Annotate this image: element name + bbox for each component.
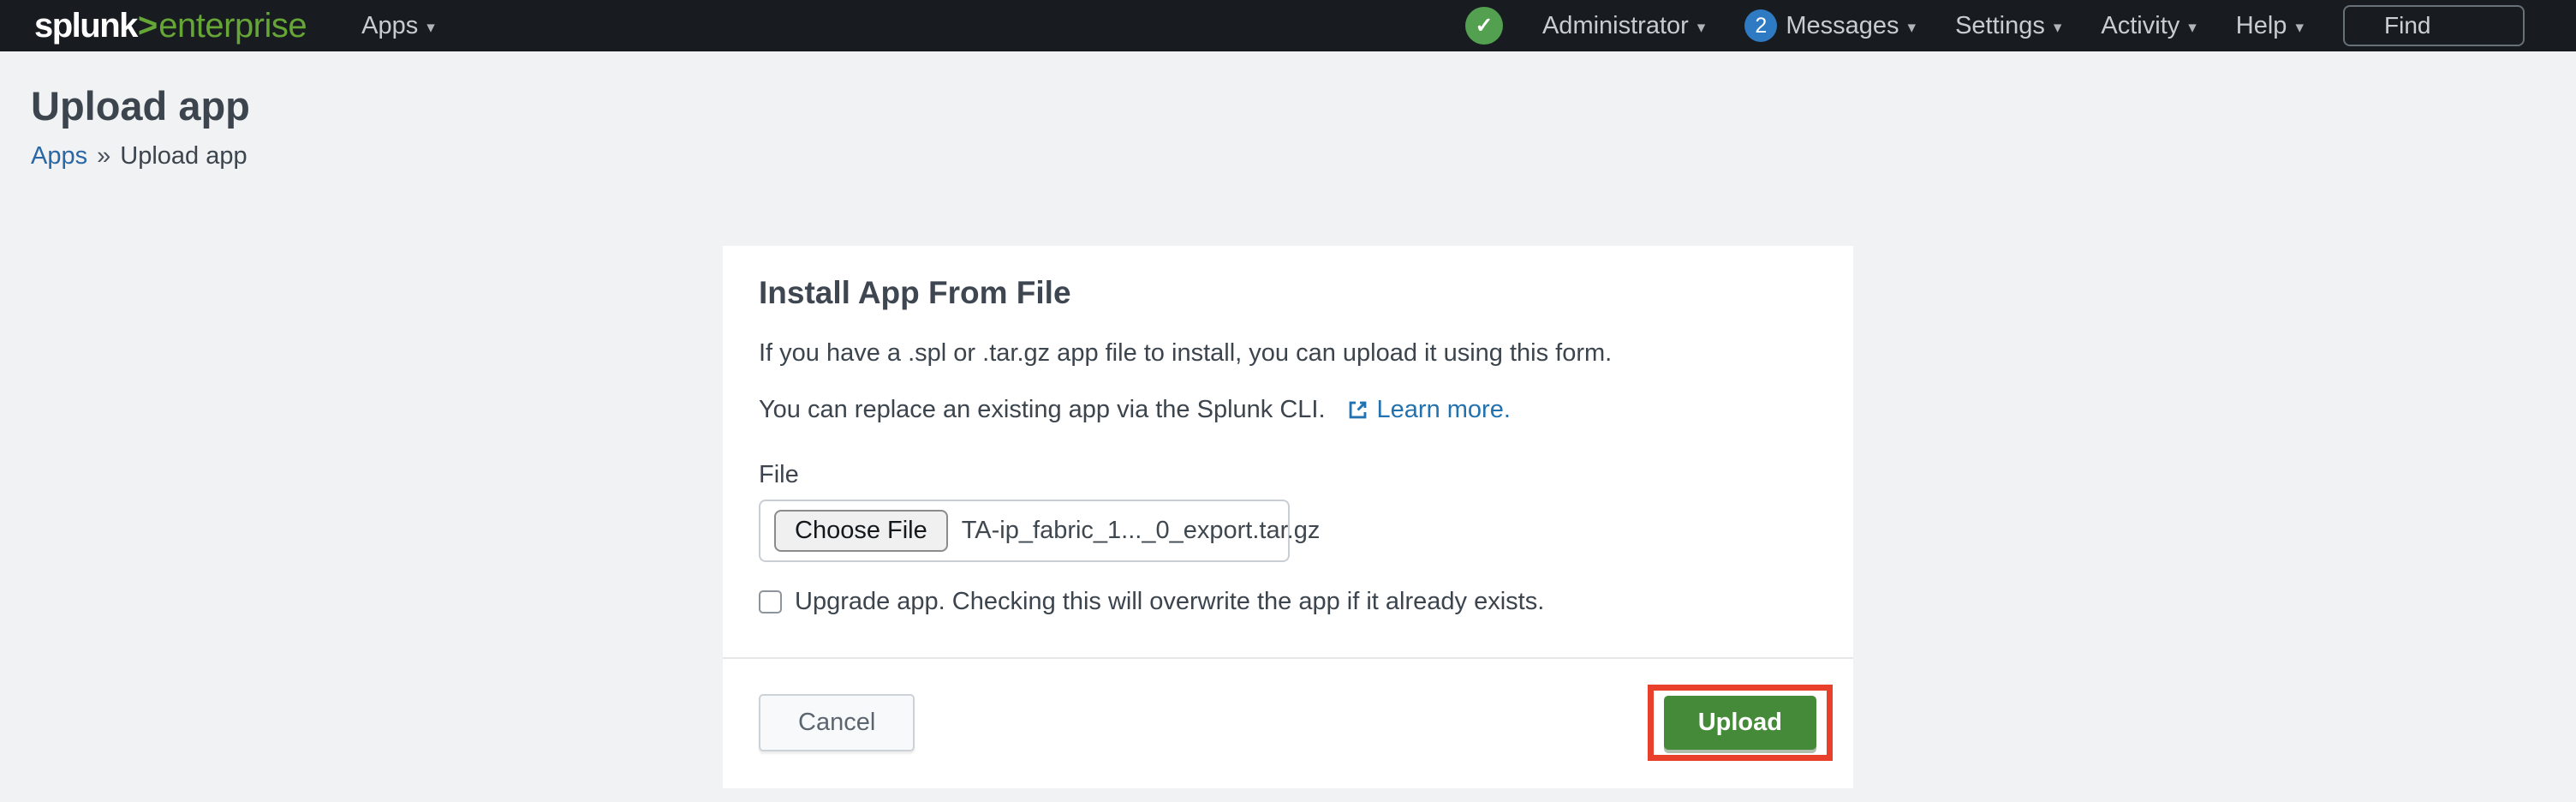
cli-text: You can replace an existing app via the … [759,395,1326,425]
upload-button[interactable]: Upload [1664,696,1816,750]
breadcrumb-separator: » [97,142,110,171]
nav-activity-menu[interactable]: Activity ▾ [2101,12,2196,40]
upgrade-option-row: Upgrade app. Checking this will overwrit… [759,588,1817,616]
cli-text-row: You can replace an existing app via the … [759,395,1817,425]
check-mark-icon: ✓ [1475,13,1493,39]
nav-administrator-menu[interactable]: Administrator ▾ [1542,12,1705,40]
breadcrumb-apps-link[interactable]: Apps [31,142,87,171]
choose-file-button[interactable]: Choose File [774,510,948,552]
nav-apps-menu[interactable]: Apps ▾ [361,12,435,40]
nav-help-menu[interactable]: Help ▾ [2236,12,2304,40]
card-heading: Install App From File [759,275,1817,311]
nav-administrator-label: Administrator [1542,12,1689,40]
upgrade-checkbox-label: Upgrade app. Checking this will overwrit… [795,588,1544,616]
chevron-down-icon: ▾ [2295,16,2304,36]
nav-activity-label: Activity [2101,12,2179,40]
external-link-icon [1346,398,1369,422]
logo-product: enterprise [158,9,307,43]
nav-settings-menu[interactable]: Settings ▾ [1955,12,2061,40]
install-app-form: Install App From File If you have a .spl… [723,246,1853,658]
logo-brand: splunk [34,9,137,43]
find-search-input[interactable] [2343,5,2525,46]
chevron-down-icon: ▾ [1908,16,1917,36]
selected-file-name: TA-ip_fabric_1..._0_export.tar.gz [962,517,1321,545]
nav-help-label: Help [2236,12,2287,40]
splunk-logo[interactable]: splunk > enterprise [34,9,307,43]
breadcrumb-current: Upload app [120,142,247,171]
intro-text: If you have a .spl or .tar.gz app file t… [759,338,1817,368]
breadcrumb: Apps » Upload app [31,142,2576,171]
annotation-highlight-box: Upload [1648,685,1833,761]
logo-chevron-icon: > [138,9,158,43]
page-header: Upload app Apps » Upload app [0,51,2576,171]
upgrade-checkbox[interactable] [759,590,782,613]
file-field-label: File [759,461,1817,489]
learn-more-link[interactable]: Learn more. [1346,395,1511,425]
nav-settings-label: Settings [1955,12,2045,40]
chevron-down-icon: ▾ [2188,16,2197,36]
top-navbar: splunk > enterprise Apps ▾ ✓ Administrat… [0,0,2576,51]
navbar-right-group: ✓ Administrator ▾ 2 Messages ▾ Settings … [1465,5,2525,46]
nav-apps-label: Apps [361,12,418,40]
page-title: Upload app [31,84,2576,129]
install-app-card: Install App From File If you have a .spl… [723,246,1853,789]
card-footer: Cancel Upload [723,657,1853,788]
status-check-circle-icon[interactable]: ✓ [1465,7,1503,45]
chevron-down-icon: ▾ [426,16,435,36]
chevron-down-icon: ▾ [1697,16,1706,36]
cancel-button[interactable]: Cancel [759,694,915,751]
file-input[interactable]: Choose File TA-ip_fabric_1..._0_export.t… [759,500,1290,562]
chevron-down-icon: ▾ [2054,16,2062,36]
nav-messages-label: Messages [1786,12,1899,40]
messages-count-badge: 2 [1744,9,1777,42]
learn-more-label: Learn more. [1377,395,1511,425]
nav-messages-menu[interactable]: 2 Messages ▾ [1744,9,1916,42]
